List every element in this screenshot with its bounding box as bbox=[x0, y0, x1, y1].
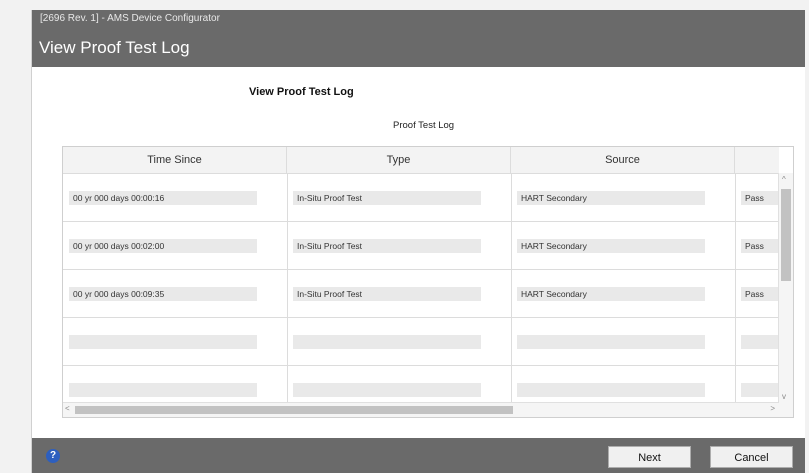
view-title: View Proof Test Log bbox=[39, 38, 190, 57]
column-header-type[interactable]: Type bbox=[287, 147, 511, 173]
cell-type bbox=[293, 383, 481, 397]
section-heading: View Proof Test Log bbox=[249, 86, 354, 98]
cell-source: HART Secondary bbox=[517, 287, 705, 301]
help-icon[interactable]: ? bbox=[46, 449, 60, 463]
next-button[interactable]: Next bbox=[608, 446, 691, 468]
log-caption: Proof Test Log bbox=[393, 120, 455, 131]
cell-result bbox=[741, 383, 779, 397]
cell-result: Pass bbox=[741, 191, 779, 205]
column-header-source[interactable]: Source bbox=[511, 147, 735, 173]
chevron-up-icon[interactable]: ^ bbox=[782, 175, 786, 184]
chevron-left-icon[interactable]: < bbox=[65, 404, 70, 413]
cell-time-since bbox=[69, 383, 257, 397]
cell-time-since bbox=[69, 335, 257, 349]
chevron-right-icon[interactable]: > bbox=[770, 404, 775, 413]
horizontal-scrollbar[interactable]: < > bbox=[63, 402, 779, 417]
vertical-scroll-thumb[interactable] bbox=[781, 189, 791, 281]
footer-bar: ? Next Cancel bbox=[32, 438, 805, 473]
cell-result: Pass bbox=[741, 287, 779, 301]
cell-result: Pass bbox=[741, 239, 779, 253]
cell-type: In-Situ Proof Test bbox=[293, 191, 481, 205]
table-header: Time Since Type Source bbox=[63, 147, 779, 174]
cell-type: In-Situ Proof Test bbox=[293, 239, 481, 253]
table-row[interactable]: 00 yr 000 days 00:00:16 In-Situ Proof Te… bbox=[63, 174, 779, 222]
cell-time-since: 00 yr 000 days 00:02:00 bbox=[69, 239, 257, 253]
cell-result bbox=[741, 335, 779, 349]
app-title: [2696 Rev. 1] - AMS Device Configurator bbox=[40, 13, 220, 24]
table-row[interactable] bbox=[63, 318, 779, 366]
proof-test-log-table: Time Since Type Source 00 yr 000 days 00… bbox=[62, 146, 794, 418]
vertical-scrollbar[interactable]: ^ v bbox=[778, 173, 793, 417]
cell-type bbox=[293, 335, 481, 349]
table-row[interactable]: 00 yr 000 days 00:02:00 In-Situ Proof Te… bbox=[63, 222, 779, 270]
cell-source bbox=[517, 335, 705, 349]
table-row[interactable]: 00 yr 000 days 00:09:35 In-Situ Proof Te… bbox=[63, 270, 779, 318]
cell-source: HART Secondary bbox=[517, 191, 705, 205]
cell-source bbox=[517, 383, 705, 397]
cancel-button[interactable]: Cancel bbox=[710, 446, 793, 468]
horizontal-scroll-thumb[interactable] bbox=[75, 406, 513, 414]
cell-source: HART Secondary bbox=[517, 239, 705, 253]
column-header-result[interactable] bbox=[735, 147, 779, 173]
cell-time-since: 00 yr 000 days 00:09:35 bbox=[69, 287, 257, 301]
column-header-time-since[interactable]: Time Since bbox=[63, 147, 287, 173]
title-bar: [2696 Rev. 1] - AMS Device Configurator … bbox=[32, 10, 805, 67]
configurator-window: [2696 Rev. 1] - AMS Device Configurator … bbox=[31, 10, 805, 473]
cell-time-since: 00 yr 000 days 00:00:16 bbox=[69, 191, 257, 205]
chevron-down-icon[interactable]: v bbox=[782, 392, 786, 401]
cell-type: In-Situ Proof Test bbox=[293, 287, 481, 301]
